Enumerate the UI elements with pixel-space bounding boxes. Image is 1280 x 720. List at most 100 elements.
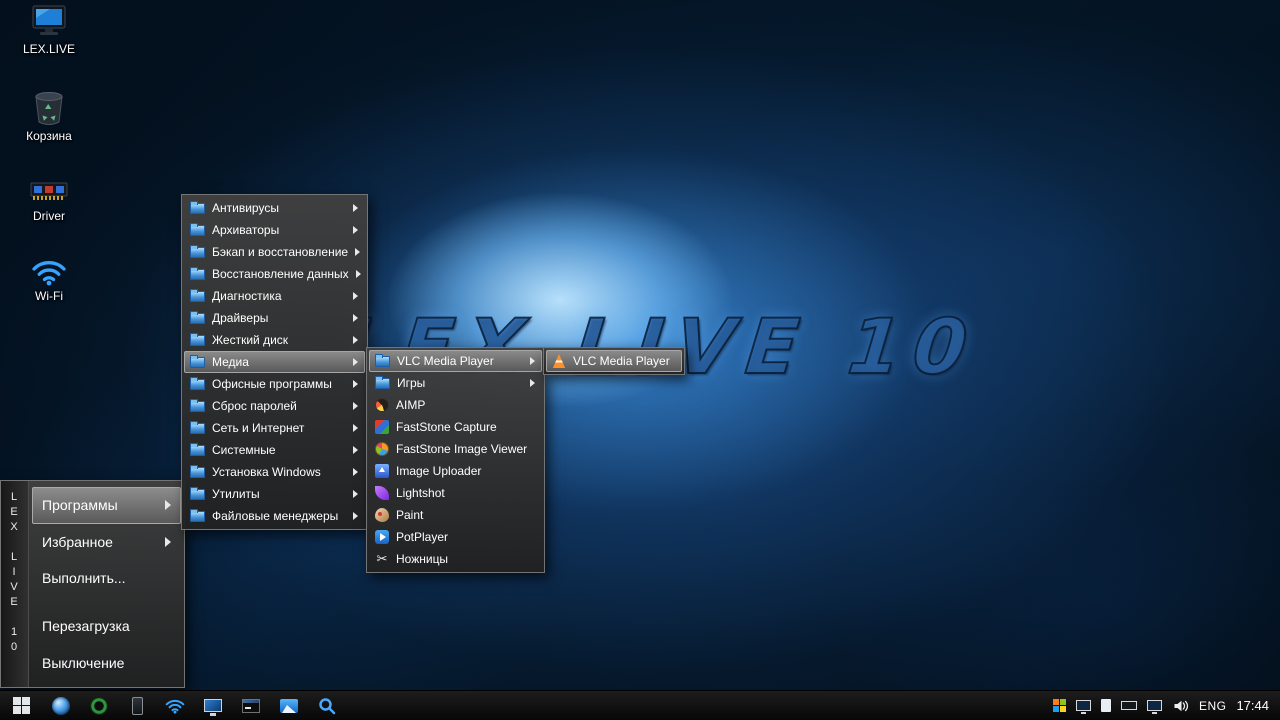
menu-item-label: Игры — [397, 376, 426, 390]
clock[interactable]: 17:44 — [1236, 698, 1269, 713]
programs-submenu: Антивирусы Архиваторы Бэкап и восстановл… — [181, 194, 368, 530]
menu-item-label: Офисные программы — [212, 377, 332, 391]
menu-item-system[interactable]: Системные — [184, 439, 365, 461]
menu-item-snipping-tool[interactable]: Ножницы — [369, 548, 542, 570]
folder-icon — [190, 289, 205, 302]
menu-item-label: Lightshot — [396, 486, 445, 500]
submenu-arrow-icon — [353, 292, 358, 300]
folder-icon — [190, 377, 205, 390]
language-indicator[interactable]: ENG — [1199, 699, 1227, 713]
menu-separator — [32, 597, 181, 609]
menu-item-aimp[interactable]: AIMP — [369, 394, 542, 416]
browser-globe-icon[interactable] — [49, 693, 73, 719]
menu-item-label: Ножницы — [396, 552, 449, 566]
menu-item-label: Избранное — [42, 533, 113, 550]
document-icon[interactable] — [1100, 693, 1111, 719]
driver-chip-icon — [30, 182, 68, 200]
menu-item-file-managers[interactable]: Файловые менеджеры — [184, 505, 365, 527]
menu-item-label: Архиваторы — [212, 223, 280, 237]
menu-item-label: Диагностика — [212, 289, 282, 303]
submenu-arrow-icon — [530, 379, 535, 387]
quick-launch-bar — [49, 693, 339, 719]
desktop-icon-recycle-bin[interactable]: Корзина — [10, 90, 88, 143]
menu-item-faststone-capture[interactable]: FastStone Capture — [369, 416, 542, 438]
display-icon[interactable] — [1075, 693, 1091, 719]
aimp-icon — [375, 398, 389, 412]
wifi-icon — [32, 261, 66, 286]
menu-item-hard-disk[interactable]: Жесткий диск — [184, 329, 365, 351]
menu-item-archivers[interactable]: Архиваторы — [184, 219, 365, 241]
menu-item-faststone-viewer[interactable]: FastStone Image Viewer — [369, 438, 542, 460]
photo-viewer-icon[interactable] — [277, 693, 301, 719]
menu-item-label: Image Uploader — [396, 464, 482, 478]
menu-item-games[interactable]: Игры — [369, 372, 542, 394]
folder-icon — [190, 421, 205, 434]
display-2-icon[interactable] — [1146, 693, 1162, 719]
start-menu-item-favorites[interactable]: Избранное — [32, 524, 181, 561]
menu-item-label: PotPlayer — [396, 530, 449, 544]
menu-item-diagnostics[interactable]: Диагностика — [184, 285, 365, 307]
menu-item-windows-setup[interactable]: Установка Windows — [184, 461, 365, 483]
menu-item-label: Восстановление данных — [212, 267, 349, 281]
menu-item-backup[interactable]: Бэкап и восстановление — [184, 241, 365, 263]
start-button[interactable] — [0, 691, 42, 720]
start-menu-item-programs[interactable]: Программы — [32, 487, 181, 524]
menu-item-lightshot[interactable]: Lightshot — [369, 482, 542, 504]
folder-icon — [190, 223, 205, 236]
menu-item-vlc-app[interactable]: VLC Media Player — [546, 350, 682, 372]
menu-item-data-recovery[interactable]: Восстановление данных — [184, 263, 365, 285]
desktop-icon-wifi[interactable]: Wi-Fi — [10, 258, 88, 303]
menu-item-paint[interactable]: Paint — [369, 504, 542, 526]
submenu-arrow-icon — [353, 204, 358, 212]
menu-item-antivirus[interactable]: Антивирусы — [184, 197, 365, 219]
cmd-icon[interactable] — [239, 693, 263, 719]
search-icon[interactable] — [315, 693, 339, 719]
menu-item-utilities[interactable]: Утилиты — [184, 483, 365, 505]
menu-item-potplayer[interactable]: PotPlayer — [369, 526, 542, 548]
desktop-icon-lexlive[interactable]: LEX.LIVE — [10, 5, 88, 56]
image-uploader-icon — [375, 464, 389, 478]
menu-item-label: AIMP — [396, 398, 426, 412]
menu-item-vlc-folder[interactable]: VLC Media Player — [369, 350, 542, 372]
folder-icon — [190, 465, 205, 478]
menu-item-label: Программы — [42, 497, 118, 514]
menu-item-password-reset[interactable]: Сброс паролей — [184, 395, 365, 417]
menu-item-label: Файловые менеджеры — [212, 509, 339, 523]
volume-icon[interactable] — [1172, 693, 1189, 719]
desktop-icon-label: Wi-Fi — [35, 289, 63, 303]
desktop-icon-driver[interactable]: Driver — [10, 176, 88, 223]
submenu-arrow-icon — [165, 500, 171, 511]
disc-icon[interactable] — [87, 693, 111, 719]
menu-item-label: Paint — [396, 508, 424, 522]
folder-icon — [190, 443, 205, 456]
menu-item-label: FastStone Capture — [396, 420, 497, 434]
start-menu-item-shutdown[interactable]: Выключение — [32, 645, 181, 682]
submenu-arrow-icon — [530, 357, 535, 365]
menu-item-office[interactable]: Офисные программы — [184, 373, 365, 395]
submenu-arrow-icon — [353, 336, 358, 344]
menu-item-media[interactable]: Медиа — [184, 351, 365, 373]
display-icon[interactable] — [201, 693, 225, 719]
media-submenu: VLC Media Player Игры AIMP FastStone Cap… — [366, 347, 545, 573]
submenu-arrow-icon — [353, 468, 358, 476]
vlc-cone-icon — [552, 354, 566, 368]
menu-item-image-uploader[interactable]: Image Uploader — [369, 460, 542, 482]
hardware-colors-icon[interactable] — [1052, 693, 1066, 719]
wifi-icon[interactable] — [163, 693, 187, 719]
keyboard-icon[interactable] — [1120, 693, 1137, 719]
phone-device-icon[interactable] — [125, 693, 149, 719]
start-menu-side-text: LEX LIVE 10 — [8, 491, 20, 656]
menu-item-label: FastStone Image Viewer — [396, 442, 528, 456]
submenu-arrow-icon — [353, 424, 358, 432]
submenu-arrow-icon — [353, 512, 358, 520]
menu-item-network-internet[interactable]: Сеть и Интернет — [184, 417, 365, 439]
taskbar: ENG 17:44 — [0, 690, 1280, 720]
faststone-viewer-icon — [375, 442, 389, 456]
start-menu-item-restart[interactable]: Перезагрузка — [32, 608, 181, 645]
menu-item-drivers[interactable]: Драйверы — [184, 307, 365, 329]
menu-item-label: Медиа — [212, 355, 249, 369]
submenu-arrow-icon — [165, 536, 171, 547]
start-menu-item-run[interactable]: Выполнить... — [32, 560, 181, 597]
submenu-arrow-icon — [353, 314, 358, 322]
folder-icon — [190, 267, 205, 280]
